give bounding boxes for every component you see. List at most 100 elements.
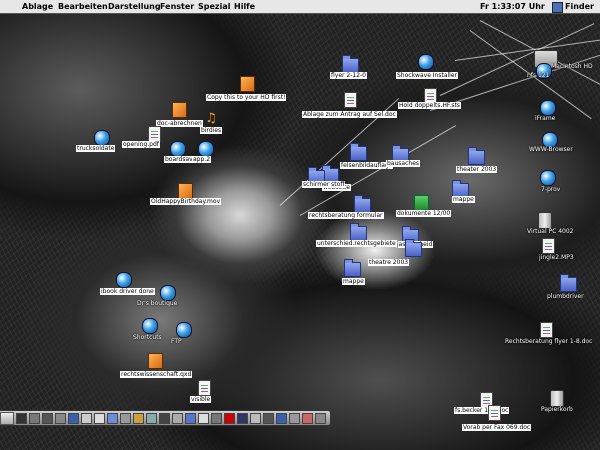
desktop-icon-label[interactable]: Macintosh HD (550, 63, 594, 70)
control-strip-module[interactable] (250, 413, 261, 424)
audio-icon[interactable] (542, 238, 555, 254)
desktop-icon-label[interactable]: unterschied.rechtsgebiete (316, 240, 397, 247)
folder-icon[interactable] (468, 147, 485, 165)
desktop-icon-label[interactable]: OldHappyBirthday.mov (150, 198, 222, 205)
control-strip-module[interactable] (133, 413, 144, 424)
document-icon[interactable] (148, 353, 163, 369)
desktop-icon-label[interactable]: Vorab per Fax 069.doc (462, 424, 532, 431)
control-strip-module[interactable] (276, 413, 287, 424)
control-strip-module[interactable] (159, 413, 170, 424)
trash-icon[interactable] (550, 390, 564, 407)
control-strip-module[interactable] (224, 413, 235, 424)
desktop-icon-label[interactable]: 7-prov (540, 186, 561, 193)
desktop-icon-label[interactable]: Shockwave Installer (396, 72, 459, 79)
app-icon[interactable] (540, 170, 556, 186)
control-strip-module[interactable] (237, 413, 248, 424)
document-icon[interactable] (172, 102, 187, 118)
desktop-icon-label[interactable]: rechtsberatung formular (308, 212, 384, 219)
control-strip-module[interactable] (94, 413, 105, 424)
desktop-icon-label[interactable]: Hold doppelts.HF.sts (398, 102, 461, 109)
app-icon[interactable] (540, 100, 556, 116)
menu-spezial[interactable]: Spezial (198, 0, 230, 13)
control-strip-module[interactable] (289, 413, 300, 424)
desktop-icon-label[interactable]: Rechtsberatung flyer 1-8.doc (504, 338, 593, 345)
app-icon[interactable] (142, 318, 158, 334)
application-menu[interactable]: Finder (565, 0, 594, 13)
desktop-icon-label[interactable]: theatre 2003 (368, 259, 410, 266)
control-strip[interactable] (0, 410, 331, 426)
control-strip-module[interactable] (16, 413, 27, 424)
desktop-icon-label[interactable]: Shortcuts (132, 334, 163, 341)
desktop-icon-label[interactable]: trucksoldate (76, 145, 116, 152)
menu-bearbeiten[interactable]: Bearbeiten (58, 0, 108, 13)
control-strip-module[interactable] (302, 413, 313, 424)
desktop-icon-label[interactable]: nfs 121 (526, 72, 550, 79)
control-strip-module[interactable] (185, 413, 196, 424)
app-icon[interactable] (198, 141, 214, 157)
app-icon[interactable] (94, 130, 110, 146)
control-strip-module[interactable] (263, 413, 274, 424)
app-icon[interactable] (538, 212, 552, 229)
desktop-icon-label[interactable]: fs.becker 102.doc (454, 407, 510, 414)
desktop-icon-label[interactable]: jingle2.MP3 (538, 254, 575, 261)
app-icon[interactable] (170, 141, 186, 157)
pdf-icon[interactable] (148, 126, 161, 142)
installer-icon[interactable] (418, 54, 434, 70)
desktop-icon-label[interactable]: iFrame (534, 115, 556, 122)
desktop-icon-label[interactable]: dokumente 12/00 (396, 210, 452, 217)
control-strip-module[interactable] (55, 413, 66, 424)
desktop-icon-label[interactable]: WWW-Browser (528, 146, 574, 153)
desktop-icon-label[interactable]: flyer 2-12-0 (330, 72, 367, 79)
folder-icon[interactable] (350, 143, 367, 161)
apple-menu-icon[interactable] (5, 1, 15, 12)
desktop-icon-label[interactable]: mappe (452, 196, 475, 203)
desktop-icon-label[interactable]: app.2 (192, 156, 212, 163)
folder-icon[interactable] (350, 223, 367, 241)
desktop-icon-label[interactable]: bausaches (386, 160, 421, 167)
folder-icon[interactable] (344, 259, 361, 277)
app-icon[interactable] (116, 272, 132, 288)
folder-icon[interactable] (342, 55, 359, 73)
desktop-icon-label[interactable]: schirmer stoff (302, 181, 346, 188)
control-strip-module[interactable] (146, 413, 157, 424)
control-strip-module[interactable] (29, 413, 40, 424)
desktop-icon-label[interactable]: doc-abrechnen (156, 120, 203, 127)
control-strip-module[interactable] (107, 413, 118, 424)
desktop-icon-label[interactable]: Virtual PC 4002 (526, 228, 575, 235)
desktop[interactable]: Ablage Bearbeiten Darstellung Fenster Sp… (0, 0, 600, 450)
folder-icon[interactable] (405, 239, 422, 257)
menu-ablage[interactable]: Ablage (22, 0, 53, 13)
folder-icon[interactable] (560, 274, 577, 292)
app-icon[interactable] (160, 285, 176, 301)
control-strip-module[interactable] (68, 413, 79, 424)
desktop-icon-label[interactable]: visible (190, 396, 212, 403)
desktop-icon-label[interactable]: mappe (342, 278, 365, 285)
control-strip-module[interactable] (42, 413, 53, 424)
finder-icon[interactable] (552, 2, 563, 13)
control-strip-module[interactable] (120, 413, 131, 424)
desktop-icon-label[interactable]: birdies (200, 127, 223, 134)
control-strip-module[interactable] (81, 413, 92, 424)
desktop-icon-label[interactable]: Dr's boutique (136, 300, 178, 307)
control-strip-module[interactable] (198, 413, 209, 424)
desktop-icon-label[interactable]: FTP (170, 338, 183, 345)
control-strip-module[interactable] (315, 413, 326, 424)
package-icon[interactable] (240, 76, 255, 92)
movie-icon[interactable] (178, 183, 193, 199)
document-icon[interactable] (540, 322, 553, 338)
desktop-icon-label[interactable]: theater 2003 (456, 166, 498, 173)
desktop-icon-label[interactable]: Papierkorb (540, 406, 574, 413)
menu-clock[interactable]: Fr 1:33:07 Uhr (480, 0, 545, 13)
menu-fenster[interactable]: Fenster (160, 0, 194, 13)
control-strip-module[interactable] (211, 413, 222, 424)
menu-darstellung[interactable]: Darstellung (108, 0, 161, 13)
control-strip-module[interactable] (172, 413, 183, 424)
control-strip-collapse-tab[interactable] (0, 412, 14, 425)
desktop-icon-label[interactable]: Ablage zum Antrag auf Sel.doc (302, 111, 397, 118)
app-icon[interactable] (176, 322, 192, 338)
desktop-icon-label[interactable]: Copy this to your HD first! (206, 94, 287, 101)
document-icon[interactable] (414, 195, 429, 211)
document-icon[interactable] (488, 405, 501, 421)
desktop-icon-label[interactable]: rechtswissenschaft.qxd (120, 371, 193, 378)
menu-hilfe[interactable]: Hilfe (234, 0, 255, 13)
